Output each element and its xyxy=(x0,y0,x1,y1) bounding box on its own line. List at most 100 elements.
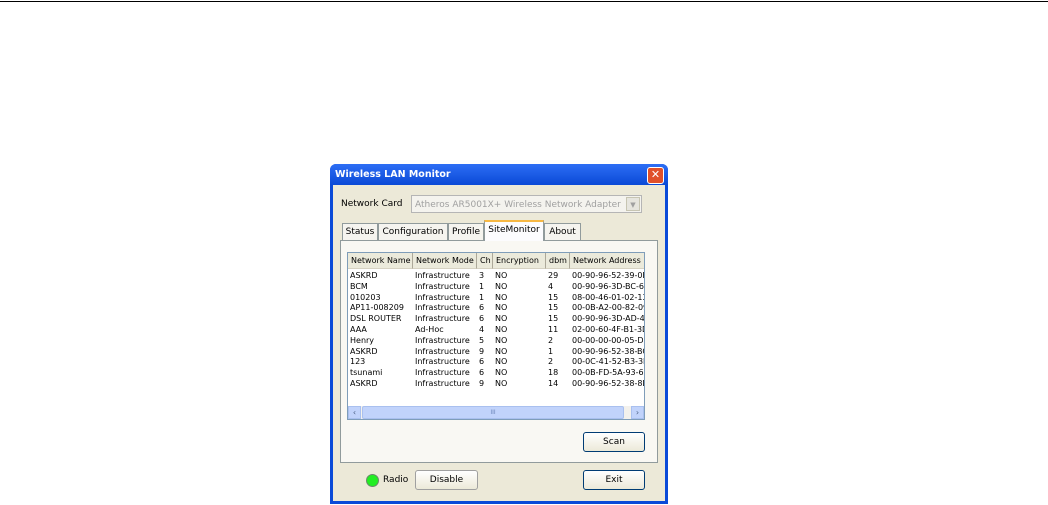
table-cell: 02-00-60-4F-B1-3D xyxy=(572,325,645,334)
table-cell: 9 xyxy=(479,379,485,388)
table-cell: 00-00-00-00-05-D xyxy=(572,335,644,345)
column-header[interactable]: Network Mode xyxy=(413,253,477,269)
table-cell: AAA xyxy=(350,325,367,334)
scroll-left-icon[interactable]: ‹ xyxy=(348,406,361,419)
table-cell: 010203 xyxy=(350,292,381,302)
tab-sitemonitor[interactable]: SiteMonitor xyxy=(484,220,544,241)
table-row[interactable]: AAA Ad-Hoc 4 NO 11 02-00-60-4F-B1-3D xyxy=(348,324,645,335)
table-cell: ASKRD xyxy=(350,271,378,280)
table-cell: 00-90-96-3D-AD-4 xyxy=(572,314,645,324)
table-cell: 4 xyxy=(479,325,485,334)
window-title: Wireless LAN Monitor xyxy=(335,169,451,180)
table-row[interactable]: ASKRD Infrastructure 9 NO 14 00-90-96-52-38-8… xyxy=(348,378,645,389)
table-cell: AP11-008209 xyxy=(350,303,404,313)
table-cell: 3 xyxy=(479,271,485,280)
table-cell: Infrastructure xyxy=(415,379,470,388)
table-row[interactable]: ASKRD Infrastructure 3 NO 29 00-90-96-52-39-0… xyxy=(348,270,645,281)
network-card-value: Atheros AR5001X+ Wireless Network Adapte… xyxy=(415,200,621,210)
table-cell: tsunami xyxy=(350,368,383,378)
table-cell: BCM xyxy=(350,281,368,291)
table-cell: 00-0C-41-52-B3-3D xyxy=(572,357,645,367)
table-cell: Infrastructure xyxy=(415,346,470,356)
table-cell: 1 xyxy=(479,281,485,291)
table-cell: 00-0B-FD-5A-93-6 xyxy=(572,368,644,378)
table-cell: 4 xyxy=(548,281,554,291)
table-cell: 15 xyxy=(548,314,559,324)
column-header[interactable]: dbm xyxy=(546,253,570,269)
network-card-label: Network Card xyxy=(341,199,403,209)
table-cell: 1 xyxy=(548,346,554,356)
chevron-down-icon[interactable]: ▼ xyxy=(626,197,640,211)
table-cell: NO xyxy=(495,357,508,367)
tab-profile[interactable]: Profile xyxy=(448,223,484,240)
table-cell: 18 xyxy=(548,368,559,378)
table-row[interactable]: DSL ROUTER Infrastructure 6 NO 15 00-90-96-3D… xyxy=(348,313,645,324)
table-cell: Infrastructure xyxy=(415,292,470,302)
table-cell: NO xyxy=(495,325,508,334)
table-cell: Infrastructure xyxy=(415,335,470,345)
table-row[interactable]: AP11-008209 Infrastructure 6 NO 15 00-0B-A2-0… xyxy=(348,302,645,313)
site-list[interactable]: ‹ III › Network Name Network Mode Ch Encryp… xyxy=(347,252,645,420)
table-cell: 5 xyxy=(479,335,485,345)
table-cell: 6 xyxy=(479,314,485,324)
radio-status-led xyxy=(366,474,379,487)
radio-label: Radio xyxy=(383,475,409,485)
horizontal-scrollbar[interactable]: ‹ III › xyxy=(348,406,644,419)
column-header[interactable]: Encryption xyxy=(493,253,546,269)
table-cell: Infrastructure xyxy=(415,314,470,324)
table-cell: 11 xyxy=(548,325,559,334)
table-cell: NO xyxy=(495,281,508,291)
table-cell: 00-90-96-3D-BC-6 xyxy=(572,281,644,291)
scroll-right-icon[interactable]: › xyxy=(631,406,644,419)
scan-button[interactable]: Scan xyxy=(583,432,645,452)
table-cell: 15 xyxy=(548,303,559,313)
table-cell: 00-90-96-52-38-8D xyxy=(572,379,645,388)
table-cell: 00-90-96-52-39-0F xyxy=(572,271,645,280)
tab-status[interactable]: Status xyxy=(342,223,378,240)
table-cell: 00-90-96-52-38-BC xyxy=(572,346,645,356)
table-cell: 1 xyxy=(479,292,485,302)
table-cell: NO xyxy=(495,292,508,302)
table-cell: Infrastructure xyxy=(415,357,470,367)
table-cell: Ad-Hoc xyxy=(415,325,444,334)
table-cell: 123 xyxy=(350,357,366,367)
title-bar[interactable]: Wireless LAN Monitor ✕ xyxy=(330,164,668,185)
table-row[interactable]: Henry Infrastructure 5 NO 2 00-00-00-00-05-D xyxy=(348,335,644,346)
table-cell: Infrastructure xyxy=(415,368,470,378)
table-cell: NO xyxy=(495,271,508,280)
exit-button[interactable]: Exit xyxy=(583,470,645,490)
scroll-thumb[interactable]: III xyxy=(362,406,624,419)
table-row[interactable]: 123 Infrastructure 6 NO 2 00-0C-41-52-B3-3D xyxy=(348,356,645,367)
column-header[interactable]: Ch xyxy=(477,253,493,269)
table-cell: NO xyxy=(495,346,508,356)
network-card-select[interactable]: Atheros AR5001X+ Wireless Network Adapte… xyxy=(411,195,642,213)
table-cell: NO xyxy=(495,335,508,345)
table-row[interactable]: BCM Infrastructure 1 NO 4 00-90-96-3D-BC-6 xyxy=(348,281,644,292)
table-cell: 2 xyxy=(548,335,554,345)
disable-button[interactable]: Disable xyxy=(415,470,478,490)
table-cell: 15 xyxy=(548,292,559,302)
top-rule xyxy=(0,1,1048,2)
table-cell: ASKRD xyxy=(350,379,378,388)
table-row[interactable]: tsunami Infrastructure 6 NO 18 00-0B-FD-5A-93… xyxy=(348,367,644,378)
table-cell: Infrastructure xyxy=(415,281,470,291)
table-cell: ASKRD xyxy=(350,346,378,356)
column-header[interactable]: Network Address xyxy=(570,253,644,269)
table-row[interactable]: 010203 Infrastructure 1 NO 15 08-00-46-01-02-… xyxy=(348,292,645,303)
table-cell: 00-0B-A2-00-82-09 xyxy=(572,303,645,313)
table-cell: 2 xyxy=(548,357,554,367)
table-cell: Henry xyxy=(350,335,375,345)
table-cell: 08-00-46-01-02-13 xyxy=(572,292,645,302)
column-header[interactable]: Network Name xyxy=(348,253,413,269)
table-cell: 9 xyxy=(479,346,485,356)
table-cell: NO xyxy=(495,368,508,378)
table-cell: NO xyxy=(495,303,508,313)
close-icon[interactable]: ✕ xyxy=(647,167,664,184)
table-cell: 29 xyxy=(548,271,559,280)
table-cell: 14 xyxy=(548,379,559,388)
table-row[interactable]: ASKRD Infrastructure 9 NO 1 00-90-96-52-38-BC xyxy=(348,346,645,357)
tab-configuration[interactable]: Configuration xyxy=(378,223,448,240)
table-cell: 6 xyxy=(479,303,485,313)
tab-about[interactable]: About xyxy=(544,223,581,240)
table-cell: Infrastructure xyxy=(415,271,470,280)
